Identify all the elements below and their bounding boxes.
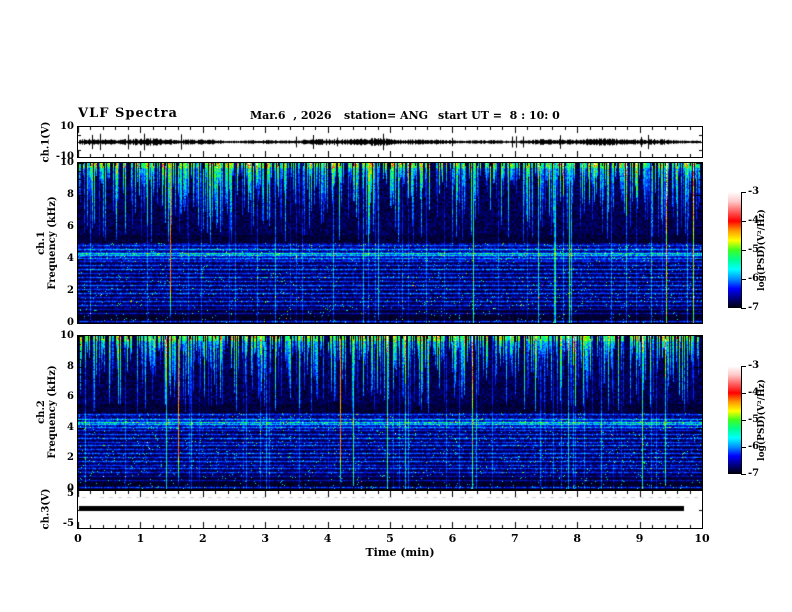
ch1-spec-ytick-2: 2 — [67, 285, 74, 296]
ch2-frequency-axis-label: ch.2 Frequency (kHz) — [36, 365, 58, 458]
ch2-spec-label-line1: ch.2 — [36, 400, 47, 424]
x-axis-tick-9: 9 — [635, 532, 644, 545]
x-axis-tick-10: 10 — [694, 532, 710, 545]
ch1-spec-ytick-0: 0 — [67, 317, 74, 328]
ch2-colorbar-tickmark--3 — [741, 366, 746, 367]
ch2-spectrogram-panel — [77, 335, 703, 490]
ch2-colorbar-tick--3: -3 — [748, 360, 760, 371]
ch3-wave-ytick-neg5: -5 — [62, 518, 74, 529]
ch2-colorbar-tickmark--6 — [741, 447, 746, 448]
x-axis-tick-7: 7 — [510, 532, 519, 545]
x-axis-tick-5: 5 — [386, 532, 394, 545]
ch2-spec-ytick-4: 4 — [67, 421, 74, 433]
ch1-spec-ytick-4: 4 — [67, 253, 74, 264]
x-axis-tick-4: 4 — [323, 532, 332, 545]
ch1-waveform-panel — [77, 126, 703, 158]
ch1-wave-ytick-10: 10 — [60, 121, 74, 132]
ch2-colorbar-tickmark--4 — [741, 393, 746, 394]
ch2-colorbar-tickmark--7 — [741, 474, 746, 475]
x-axis-tick-2: 2 — [198, 532, 207, 545]
ch2-spec-ytick-10: 10 — [60, 330, 74, 341]
x-axis-tick-0: 0 — [74, 532, 82, 545]
x-axis-title: Time (min) — [365, 546, 435, 559]
ch1-colorbar-tick--3: -3 — [748, 186, 760, 197]
ch2-spec-ytick-6: 6 — [67, 391, 74, 403]
ch2-colorbar-tick--7: -7 — [748, 468, 760, 479]
ch1-spec-label-line2: Frequency (kHz) — [47, 196, 58, 290]
ch1-colorbar-tickmark--3 — [741, 192, 746, 193]
ch1-colorbar — [728, 192, 742, 308]
ch1-spectrogram-panel — [77, 162, 703, 324]
ch1-colorbar-axis-label: log(PSD)(V²/Hz) — [757, 209, 767, 291]
ch2-colorbar — [728, 366, 742, 474]
ch3-wave-ytick-5: 5 — [67, 488, 74, 499]
header-date: Mar.6 , 2026 — [250, 109, 332, 122]
x-axis-tick-6: 6 — [448, 532, 457, 545]
ch1-colorbar-tickmark--7 — [741, 308, 746, 309]
ch1-spec-ytick-10: 10 — [60, 157, 74, 168]
ch1-spec-ytick-6: 6 — [67, 221, 74, 232]
ch1-spec-label-line1: ch.1 — [36, 231, 47, 255]
ch2-spec-ytick-2: 2 — [67, 452, 74, 464]
ch1-waveform-canvas — [78, 127, 702, 157]
page-title: VLF Spectra — [78, 106, 178, 121]
ch1-colorbar-tick--7: -7 — [748, 302, 760, 313]
ch2-spectrogram-canvas — [78, 336, 702, 489]
x-axis-tick-8: 8 — [573, 532, 582, 545]
x-axis-tick-1: 1 — [136, 532, 145, 545]
ch3-waveform-panel — [77, 490, 703, 529]
ch2-spec-label-line2: Frequency (kHz) — [47, 365, 58, 459]
ch1-spectrogram-canvas — [78, 163, 702, 323]
ch1-colorbar-tickmark--5 — [741, 250, 746, 251]
ch1-colorbar-tickmark--4 — [741, 221, 746, 222]
ch2-colorbar-tickmark--5 — [741, 420, 746, 421]
x-axis-tick-3: 3 — [261, 532, 270, 545]
vlf-spectra-figure: VLF Spectra Mar.6 , 2026 station= ANG st… — [0, 0, 792, 612]
ch2-colorbar-axis-label: log(PSD)(V²/Hz) — [757, 379, 767, 461]
ch1-colorbar-tickmark--6 — [741, 279, 746, 280]
header-start-ut: start UT = 8 : 10: 0 — [438, 109, 560, 122]
ch1-frequency-axis-label: ch.1 Frequency (kHz) — [36, 196, 58, 289]
ch1-spec-ytick-8: 8 — [67, 189, 74, 200]
header-station: station= ANG — [344, 109, 429, 122]
ch3-waveform-canvas — [78, 491, 702, 528]
ch2-spec-ytick-8: 8 — [67, 360, 74, 372]
